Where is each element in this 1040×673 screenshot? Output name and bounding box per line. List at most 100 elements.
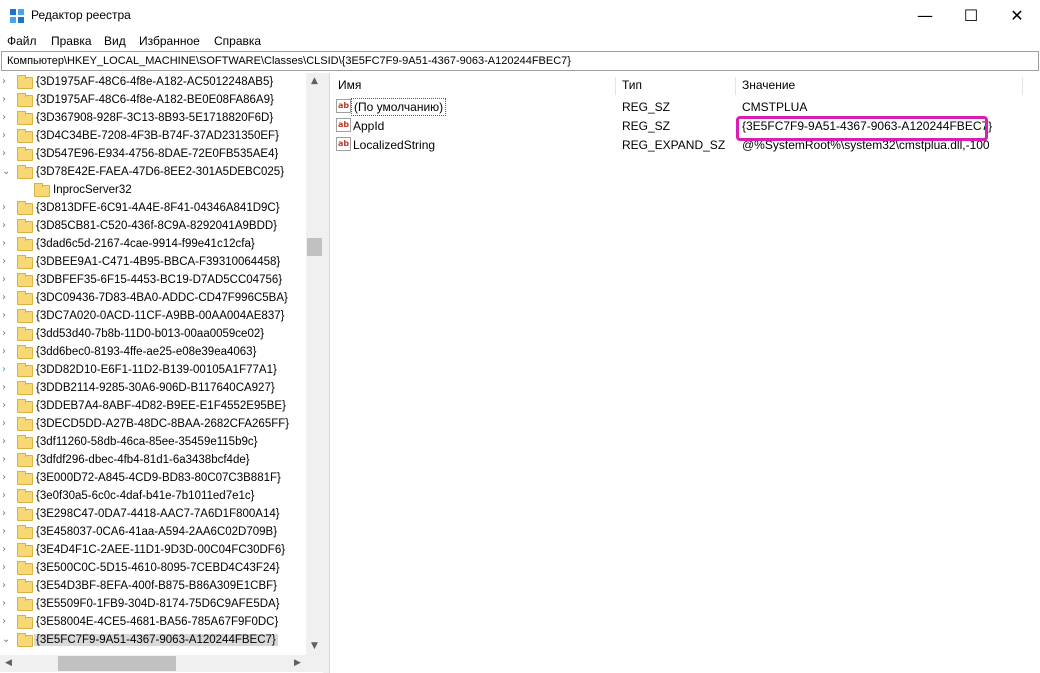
tree-item[interactable]: › {3D1975AF-48C6-4f8e-A182-AC5012248AB5}	[0, 74, 310, 92]
tree-item[interactable]: › {3DDB2114-9285-30A6-906D-B117640CA927}	[0, 380, 310, 398]
scroll-up-icon[interactable]: ▲	[306, 73, 323, 90]
column-header-type[interactable]: Тип	[622, 78, 642, 92]
menu-view[interactable]: Вид	[104, 34, 126, 48]
tree-item[interactable]: ⌄ {3E5FC7F9-9A51-4367-9063-A120244FBEC7}	[0, 632, 310, 650]
value-name[interactable]: (По умолчанию)	[351, 98, 447, 116]
expand-arrow-icon[interactable]: ›	[2, 580, 12, 594]
expand-arrow-icon[interactable]: ›	[2, 526, 12, 540]
expand-arrow-icon[interactable]: ›	[2, 274, 12, 288]
expand-arrow-icon[interactable]: ›	[2, 472, 12, 486]
tree-item[interactable]: › {3DC09436-7D83-4BA0-ADDC-CD47F996C5BA}	[0, 290, 310, 308]
expand-arrow-icon[interactable]: ›	[2, 94, 12, 108]
tree-item[interactable]: › {3E4D4F1C-2AEE-11D1-9D3D-00C04FC30DF6}	[0, 542, 310, 560]
tree-item[interactable]: › {3E500C0C-5D15-4610-8095-7CEBD4C43F24}	[0, 560, 310, 578]
expand-arrow-icon[interactable]: ›	[2, 256, 12, 270]
tree-item[interactable]: › {3E5509F0-1FB9-304D-8174-75D6C9AFE5DA}	[0, 596, 310, 614]
menu-help[interactable]: Справка	[214, 34, 261, 48]
tree-item[interactable]: › {3E298C47-0DA7-4418-AAC7-7A6D1F800A14}	[0, 506, 310, 524]
expand-arrow-icon[interactable]: ›	[2, 328, 12, 342]
tree-item[interactable]: › {3dad6c5d-2167-4cae-9914-f99e41c12cfa}	[0, 236, 310, 254]
tree-item-label[interactable]: {3DBEE9A1-C471-4B95-BBCA-F39310064458}	[34, 256, 282, 268]
expand-arrow-icon[interactable]: ›	[2, 418, 12, 432]
expand-arrow-icon[interactable]: ›	[2, 508, 12, 522]
tree-item[interactable]: › {3DECD5DD-A27B-48DC-8BAA-2682CFA265FF}	[0, 416, 310, 434]
tree-item-label[interactable]: {3DDB2114-9285-30A6-906D-B117640CA927}	[34, 382, 277, 394]
expand-arrow-icon[interactable]: ›	[2, 112, 12, 126]
tree-item-label[interactable]: {3D1975AF-48C6-4f8e-A182-BE0E08FA86A9}	[34, 94, 276, 106]
tree-item-label[interactable]: {3D1975AF-48C6-4f8e-A182-AC5012248AB5}	[34, 76, 275, 88]
tree-item[interactable]: › {3D1975AF-48C6-4f8e-A182-BE0E08FA86A9}	[0, 92, 310, 110]
close-button[interactable]: ✕	[994, 0, 1040, 31]
expand-arrow-icon[interactable]: ›	[2, 130, 12, 144]
tree-item[interactable]: › {3E58004E-4CE5-4681-BA56-785A67F9F0DC}	[0, 614, 310, 632]
menu-edit[interactable]: Правка	[51, 34, 92, 48]
column-separator[interactable]	[1022, 77, 1023, 95]
tree-item-label[interactable]: {3DECD5DD-A27B-48DC-8BAA-2682CFA265FF}	[34, 418, 291, 430]
tree-item[interactable]: ⌄ {3D78E42E-FAEA-47D6-8EE2-301A5DEBC025}	[0, 164, 310, 182]
expand-arrow-icon[interactable]: ›	[2, 490, 12, 504]
expand-arrow-icon[interactable]: ›	[2, 148, 12, 162]
expand-arrow-icon[interactable]: ›	[2, 454, 12, 468]
tree-item-label[interactable]: {3D4C34BE-7208-4F3B-B74F-37AD231350EF}	[34, 130, 281, 142]
tree-item[interactable]: › {3df11260-58db-46ca-85ee-35459e115b9c}	[0, 434, 310, 452]
expand-arrow-icon[interactable]: ›	[2, 346, 12, 360]
tree-item-label[interactable]: {3DD82D10-E6F1-11D2-B139-00105A1F77A1}	[34, 364, 279, 376]
expand-arrow-icon[interactable]: ›	[2, 220, 12, 234]
expand-arrow-icon[interactable]: ›	[2, 382, 12, 396]
expand-arrow-icon[interactable]: ›	[2, 562, 12, 576]
tree-item[interactable]: InprocServer32	[0, 182, 310, 200]
tree-item-label[interactable]: {3D367908-928F-3C13-8B93-5E1718820F6D}	[34, 112, 275, 124]
tree-item-label[interactable]: {3D813DFE-6C91-4A4E-8F41-04346A841D9C}	[34, 202, 282, 214]
expand-arrow-icon[interactable]: ›	[2, 544, 12, 558]
tree-item[interactable]: › {3dd53d40-7b8b-11D0-b013-00aa0059ce02}	[0, 326, 310, 344]
scroll-thumb[interactable]	[307, 238, 322, 256]
tree-item-label[interactable]: {3dfdf296-dbec-4fb4-81d1-6a3438bcf4de}	[34, 454, 252, 466]
tree-item-label[interactable]: {3E458037-0CA6-41aa-A594-2AA6C02D709B}	[34, 526, 279, 538]
tree-item[interactable]: › {3dd6bec0-8193-4ffe-ae25-e08e39ea4063}	[0, 344, 310, 362]
tree-item-label[interactable]: {3DDEB7A4-8ABF-4D82-B9EE-E1F4552E95BE}	[34, 400, 288, 412]
tree-item-label[interactable]: {3e0f30a5-6c0c-4daf-b41e-7b1011ed7e1c}	[34, 490, 256, 502]
tree-item-label[interactable]: {3df11260-58db-46ca-85ee-35459e115b9c}	[34, 436, 259, 448]
tree-item-label[interactable]: {3E298C47-0DA7-4418-AAC7-7A6D1F800A14}	[34, 508, 282, 520]
scroll-right-icon[interactable]: ▶	[289, 655, 306, 672]
value-row[interactable]: ab (По умолчанию) REG_SZ CMSTPLUA	[330, 97, 1040, 116]
column-header-data[interactable]: Значение	[742, 78, 795, 92]
tree-item-label[interactable]: {3dd6bec0-8193-4ffe-ae25-e08e39ea4063}	[34, 346, 258, 358]
tree-item-label[interactable]: {3dad6c5d-2167-4cae-9914-f99e41c12cfa}	[34, 238, 257, 250]
menu-file[interactable]: Файл	[7, 34, 37, 48]
scroll-down-icon[interactable]: ▼	[306, 638, 323, 655]
tree-item[interactable]: › {3e0f30a5-6c0c-4daf-b41e-7b1011ed7e1c}	[0, 488, 310, 506]
expand-arrow-icon[interactable]: ›	[2, 616, 12, 630]
column-separator[interactable]	[615, 77, 616, 95]
scroll-left-icon[interactable]: ◀	[0, 655, 17, 672]
value-name[interactable]: LocalizedString	[353, 138, 435, 152]
address-bar[interactable]: Компьютер\HKEY_LOCAL_MACHINE\SOFTWARE\Cl…	[1, 51, 1039, 71]
expand-arrow-icon[interactable]: ›	[2, 364, 12, 378]
tree-item-label[interactable]: {3DC09436-7D83-4BA0-ADDC-CD47F996C5BA}	[34, 292, 290, 304]
tree-item-label[interactable]: {3E54D3BF-8EFA-400f-B875-B86A309E1CBF}	[34, 580, 279, 592]
tree-item-label[interactable]: {3E500C0C-5D15-4610-8095-7CEBD4C43F24}	[34, 562, 282, 574]
tree-item[interactable]: › {3DBFEF35-6F15-4453-BC19-D7AD5CC04756}	[0, 272, 310, 290]
expand-arrow-icon[interactable]: ›	[2, 400, 12, 414]
tree-item[interactable]: › {3DDEB7A4-8ABF-4D82-B9EE-E1F4552E95BE}	[0, 398, 310, 416]
minimize-button[interactable]: —	[902, 0, 948, 31]
scroll-thumb-horizontal[interactable]	[58, 656, 176, 671]
value-name[interactable]: AppId	[353, 119, 384, 133]
tree-item[interactable]: › {3D85CB81-C520-436f-8C9A-8292041A9BDD}	[0, 218, 310, 236]
tree-item-label[interactable]: {3D78E42E-FAEA-47D6-8EE2-301A5DEBC025}	[34, 166, 286, 178]
values-pane[interactable]: Имя Тип Значение ab (По умолчанию) REG_SZ C…	[329, 73, 1040, 673]
expand-arrow-icon[interactable]: ›	[2, 292, 12, 306]
tree-item[interactable]: › {3E54D3BF-8EFA-400f-B875-B86A309E1CBF}	[0, 578, 310, 596]
tree-horizontal-scrollbar[interactable]: ◀ ▶	[0, 655, 306, 672]
collapse-arrow-icon[interactable]: ⌄	[2, 634, 12, 648]
tree-item-label[interactable]: {3DC7A020-0ACD-11CF-A9BB-00AA004AE837}	[34, 310, 286, 322]
tree-item[interactable]: › {3DBEE9A1-C471-4B95-BBCA-F39310064458}	[0, 254, 310, 272]
tree-item[interactable]: › {3D367908-928F-3C13-8B93-5E1718820F6D}	[0, 110, 310, 128]
expand-arrow-icon[interactable]: ›	[2, 202, 12, 216]
tree-item-label[interactable]: {3E4D4F1C-2AEE-11D1-9D3D-00C04FC30DF6}	[34, 544, 287, 556]
tree-item-label[interactable]: {3D547E96-E934-4756-8DAE-72E0FB535AE4}	[34, 148, 280, 160]
column-separator[interactable]	[735, 77, 736, 95]
address-path[interactable]: Компьютер\HKEY_LOCAL_MACHINE\SOFTWARE\Cl…	[7, 55, 571, 67]
tree-item[interactable]: › {3D4C34BE-7208-4F3B-B74F-37AD231350EF}	[0, 128, 310, 146]
expand-arrow-icon[interactable]: ›	[2, 598, 12, 612]
